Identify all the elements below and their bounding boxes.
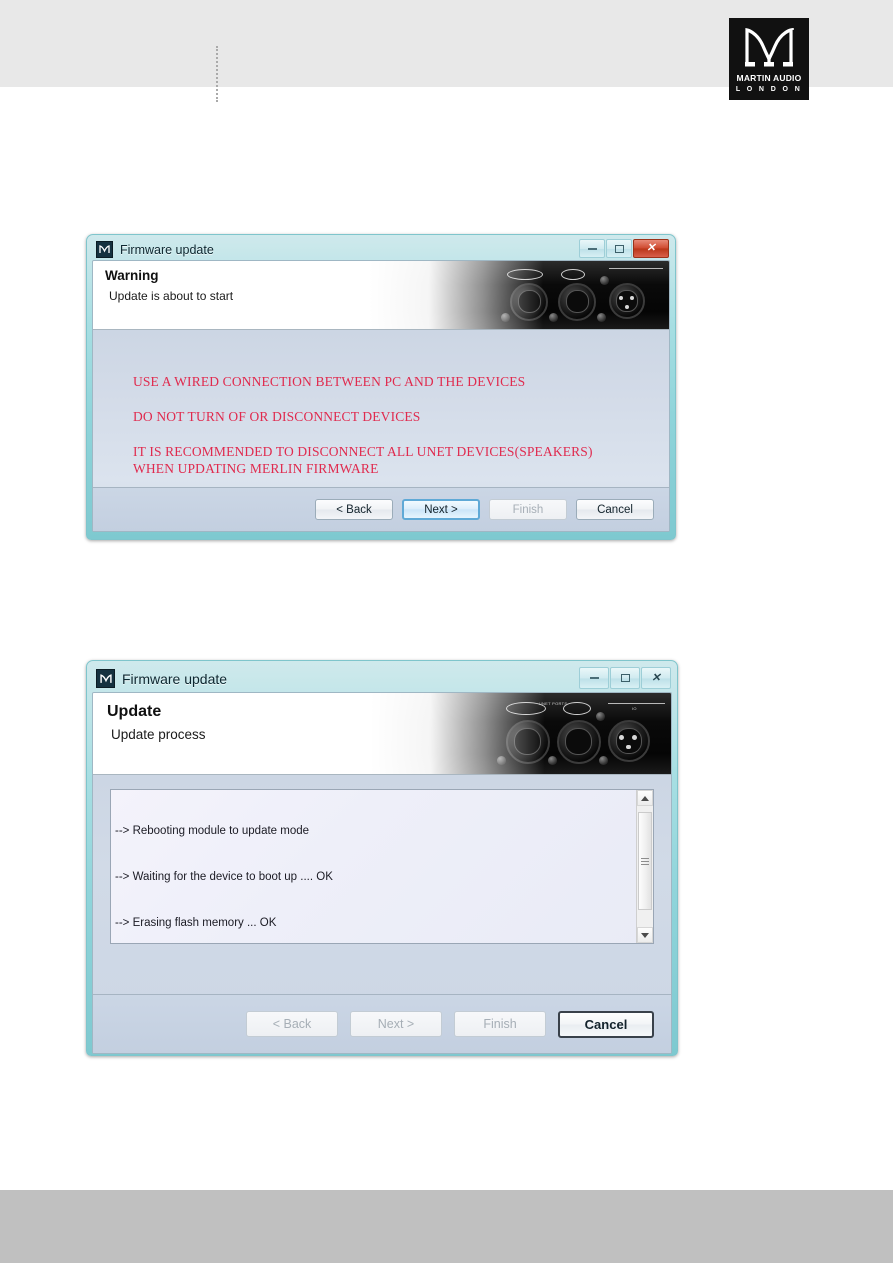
warning-message: IT IS RECOMMENDED TO DISCONNECT ALL UNET… <box>133 443 593 476</box>
titlebar-buttons: ✕ <box>579 667 671 689</box>
scrollbar-thumb[interactable] <box>638 812 652 910</box>
firmware-update-warning-window: Firmware update ✕ Warning Update is abou… <box>86 234 676 540</box>
page-footer-band <box>0 1190 893 1263</box>
titlebar-buttons: ✕ <box>579 239 669 258</box>
back-button: < Back <box>246 1011 338 1037</box>
finish-button: Finish <box>454 1011 546 1037</box>
log-line: --> Rebooting module to update mode <box>115 824 310 837</box>
martin-audio-logo: MARTIN AUDIO L O N D O N <box>729 18 809 100</box>
warning-message: DO NOT TURN OF OR DISCONNECT DEVICES <box>133 408 421 424</box>
scroll-up-arrow-icon[interactable] <box>637 790 653 806</box>
back-button[interactable]: < Back <box>315 499 393 520</box>
next-button[interactable]: Next > <box>402 499 480 520</box>
window-body: Update Update process UNET PORTS IO <box>92 692 672 1054</box>
app-icon <box>96 669 115 688</box>
titlebar: Firmware update ✕ <box>92 239 670 260</box>
titlebar: Firmware update ✕ <box>92 665 672 692</box>
wizard-banner: Update Update process UNET PORTS IO <box>93 693 671 775</box>
wizard-footer: < Back Next > Finish Cancel <box>93 487 669 531</box>
update-content-area: --> Rebooting module to update mode --> … <box>93 775 671 1004</box>
close-button[interactable]: ✕ <box>641 667 671 689</box>
window-title: Firmware update <box>120 242 214 257</box>
vertical-dotted-rule <box>216 46 218 102</box>
maximize-button[interactable] <box>610 667 640 689</box>
wizard-footer: < Back Next > Finish Cancel <box>93 994 671 1053</box>
banner-subheading: Update process <box>111 727 206 742</box>
minimize-button[interactable] <box>579 239 605 258</box>
warning-message-list: USE A WIRED CONNECTION BETWEEN PC AND TH… <box>133 374 649 478</box>
connector-panel-photo: UNET PORTS IO <box>370 693 671 774</box>
next-button: Next > <box>350 1011 442 1037</box>
update-log-lines: --> Rebooting module to update mode --> … <box>115 793 633 943</box>
window-title: Firmware update <box>122 670 228 687</box>
scrollbar-grip-icon <box>641 856 649 867</box>
connector-panel-photo <box>369 261 669 329</box>
banner-heading: Update <box>107 703 162 720</box>
cancel-button[interactable]: Cancel <box>576 499 654 520</box>
minimize-button[interactable] <box>579 667 609 689</box>
log-line: --> Erasing flash memory ... OK <box>115 917 277 930</box>
logo-city-text: L O N D O N <box>735 85 803 93</box>
firmware-update-progress-window: Firmware update ✕ Update Update process … <box>86 660 678 1056</box>
log-line: --> Waiting for the device to boot up ..… <box>115 871 333 884</box>
warning-message: USE A WIRED CONNECTION BETWEEN PC AND TH… <box>133 374 526 389</box>
m-monogram-icon <box>745 28 794 67</box>
maximize-button[interactable] <box>606 239 632 258</box>
close-button[interactable]: ✕ <box>633 239 669 258</box>
banner-heading: Warning <box>105 268 159 283</box>
app-icon <box>96 241 113 258</box>
logo-brand-text: MARTIN AUDIO <box>736 73 802 83</box>
banner-subheading: Update is about to start <box>109 289 234 303</box>
scroll-down-arrow-icon[interactable] <box>637 927 653 943</box>
wizard-banner: Warning Update is about to start <box>93 261 669 330</box>
window-body: Warning Update is about to start USE A W… <box>92 260 670 532</box>
update-log-box[interactable]: --> Rebooting module to update mode --> … <box>110 789 654 944</box>
log-vertical-scrollbar[interactable] <box>636 790 653 943</box>
cancel-button[interactable]: Cancel <box>558 1010 654 1038</box>
finish-button: Finish <box>489 499 567 520</box>
